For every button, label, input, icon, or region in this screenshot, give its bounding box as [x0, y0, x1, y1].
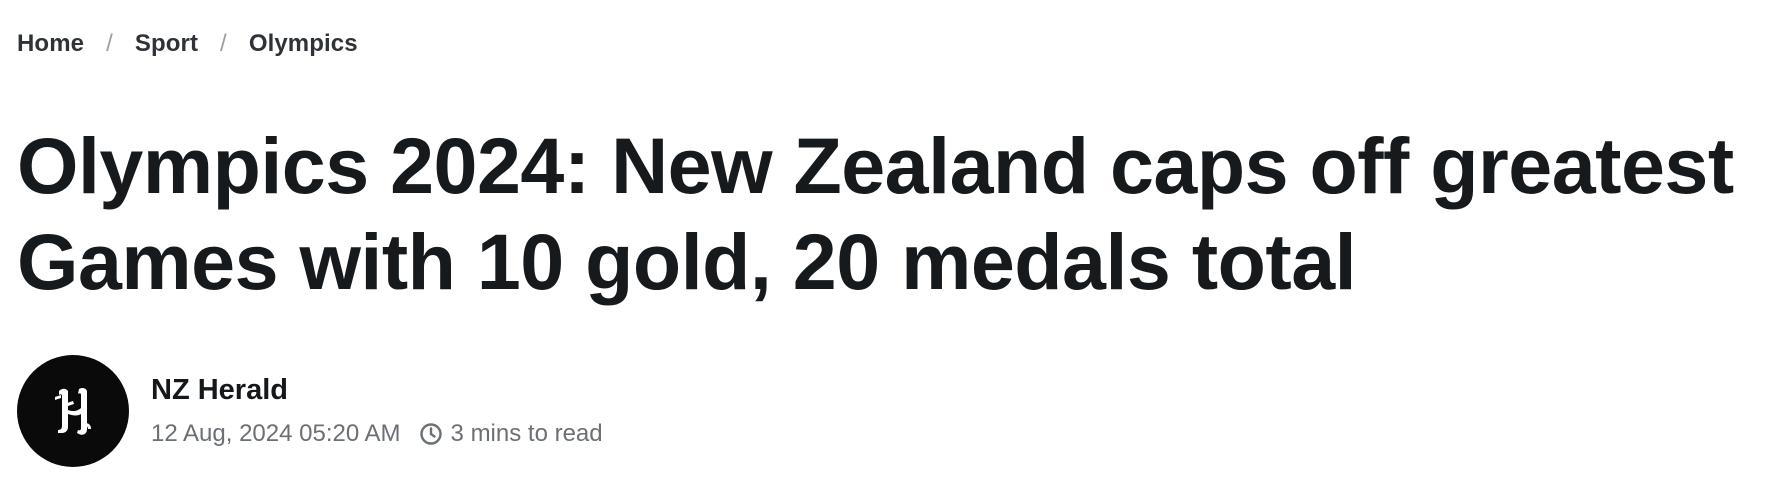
article-headline: Olympics 2024: New Zealand caps off grea…: [17, 121, 1734, 306]
breadcrumb-sport-link[interactable]: Sport: [135, 30, 198, 58]
article-meta: 12 Aug, 2024 05:20 AM 3 mins to read: [151, 419, 603, 449]
read-time: 3 mins to read: [450, 420, 603, 447]
breadcrumb-olympics-link[interactable]: Olympics: [249, 30, 358, 58]
author-avatar[interactable]: [17, 355, 129, 467]
publish-date: 12 Aug, 2024 05:20 AM: [151, 420, 401, 447]
article-byline: NZ Herald 12 Aug, 2024 05:20 AM 3 mins t…: [17, 355, 603, 467]
breadcrumb-home-link[interactable]: Home: [17, 30, 84, 58]
clock-icon: [419, 422, 443, 446]
breadcrumb-separator: /: [106, 30, 113, 57]
author-name-link[interactable]: NZ Herald: [151, 373, 603, 407]
breadcrumb-separator: /: [220, 30, 227, 57]
breadcrumb: Home / Sport / Olympics: [17, 30, 358, 58]
nz-herald-logo-icon: [55, 387, 91, 435]
byline-text: NZ Herald 12 Aug, 2024 05:20 AM 3 mins t…: [151, 373, 603, 449]
